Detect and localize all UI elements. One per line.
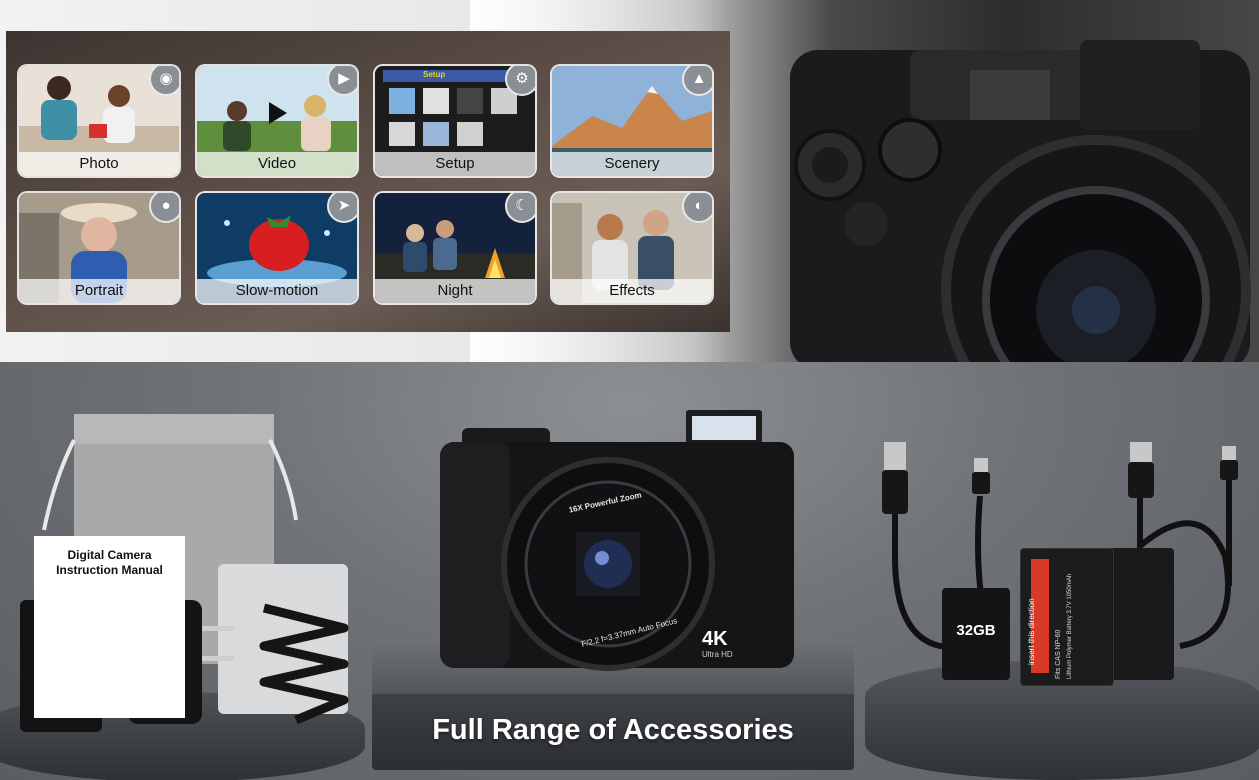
mode-tile-setup: Setup Setup ⚙	[375, 66, 535, 176]
mode-menu-panel: Photo ◉ Video ▶ Setup Setup ⚙ Scenery ▲ …	[6, 31, 730, 332]
mode-tile-photo: Photo ◉	[19, 66, 179, 176]
gear-icon: ⚙	[505, 66, 535, 96]
mode-label: Effects	[552, 279, 712, 303]
overlap-circles-icon: ◐	[682, 193, 712, 223]
moon-icon: ☾	[505, 193, 535, 223]
camera-closeup-image	[790, 40, 1251, 362]
mode-tile-night: Night ☾	[375, 193, 535, 303]
mountain-icon: ▲	[682, 66, 712, 96]
resolution-sub: Ultra HD	[702, 650, 733, 659]
mode-label: Night	[375, 279, 535, 303]
battery-spec-text: Lithium Polymer Battery 3.7V 1050mAh	[1067, 573, 1073, 679]
mode-label: Portrait	[19, 279, 179, 303]
accessories-headline: Full Range of Accessories	[432, 714, 794, 746]
running-icon: ➤	[327, 193, 357, 223]
accessories-section: 16X Powerful Zoom F/2.2 f=3.37mm Auto Fo…	[0, 362, 1259, 780]
battery-model-text: Fits CAS NP-60	[1055, 629, 1062, 679]
resolution-badge: 4K	[702, 628, 728, 650]
manual-title: Digital Camera Instruction Manual	[56, 548, 163, 577]
battery-arrow-text: insert this direction	[1027, 598, 1036, 665]
sd-card-capacity: 32GB	[956, 622, 996, 639]
person-icon: ●	[149, 193, 179, 223]
mode-tile-portrait: Portrait ●	[19, 193, 179, 303]
video-camera-icon: ▶	[327, 66, 357, 96]
mode-label: Setup	[375, 152, 535, 176]
mode-label: Scenery	[552, 152, 712, 176]
setup-screen-title: Setup	[423, 70, 446, 79]
mode-tile-slow-motion: Slow-motion ➤	[197, 193, 357, 303]
mode-tile-effects: Effects ◐	[552, 193, 712, 303]
camera-icon: ◉	[149, 66, 179, 96]
mode-label: Video	[197, 152, 357, 176]
mode-tile-scenery: Scenery ▲	[552, 66, 712, 176]
mode-tile-video: Video ▶	[197, 66, 357, 176]
mode-label: Photo	[19, 152, 179, 176]
feature-banner: Photo ◉ Video ▶ Setup Setup ⚙ Scenery ▲ …	[0, 0, 1259, 362]
battery-front: insert this direction Fits CAS NP-60 Lit…	[1020, 548, 1114, 686]
wrist-strap-image	[259, 603, 349, 725]
mode-label: Slow-motion	[197, 279, 357, 303]
